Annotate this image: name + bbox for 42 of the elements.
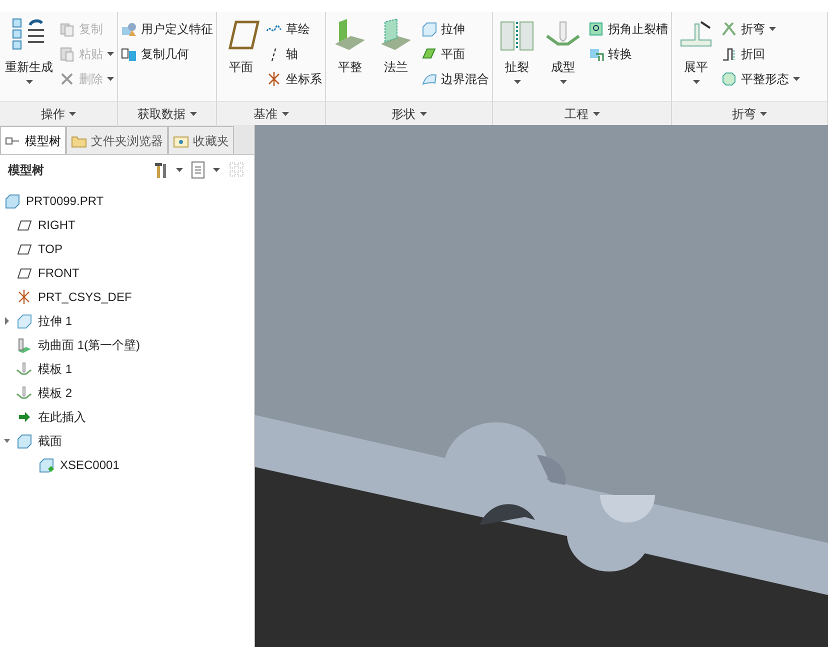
- tree-item[interactable]: FRONT: [0, 261, 254, 285]
- tree-item[interactable]: 模板 2: [0, 381, 254, 405]
- tree-item[interactable]: XSEC0001: [0, 453, 254, 477]
- tree-item[interactable]: 拉伸 1: [0, 309, 254, 333]
- ribbon-button[interactable]: 平面: [421, 45, 489, 63]
- ribbon-large-button[interactable]: 重新生成: [3, 16, 55, 101]
- ribbon-group-label[interactable]: 获取数据: [118, 101, 216, 125]
- tree-item[interactable]: PRT0099.PRT: [0, 189, 254, 213]
- ribbon-group-label[interactable]: 基准: [217, 101, 325, 125]
- tree-item[interactable]: 在此插入: [0, 405, 254, 429]
- ribbon-button[interactable]: 折回: [721, 45, 800, 63]
- ribbon-button[interactable]: 折弯: [721, 20, 800, 38]
- ribbon-large-button[interactable]: 成型: [542, 16, 584, 101]
- tree-item[interactable]: PRT_CSYS_DEF: [0, 285, 254, 309]
- tree-item[interactable]: 动曲面 1(第一个壁): [0, 333, 254, 357]
- tree-item[interactable]: TOP: [0, 237, 254, 261]
- ribbon-group-label[interactable]: 操作: [0, 101, 117, 125]
- panel-tab[interactable]: 模型树: [0, 126, 66, 154]
- ribbon-button[interactable]: 平整形态: [721, 70, 800, 88]
- ribbon-button[interactable]: 边界混合: [421, 70, 489, 88]
- ribbon-button[interactable]: 转换: [588, 45, 668, 63]
- ribbon-large-button[interactable]: 扯裂: [496, 16, 538, 101]
- panel-tab[interactable]: 文件夹浏览器: [66, 126, 168, 154]
- tree-item[interactable]: RIGHT: [0, 213, 254, 237]
- panel-tab[interactable]: 收藏夹: [168, 126, 234, 154]
- ribbon-group-label[interactable]: 形状: [326, 101, 492, 125]
- ribbon-large-button[interactable]: 法兰: [375, 16, 417, 101]
- tree-item[interactable]: 截面: [0, 429, 254, 453]
- tree-item[interactable]: 模板 1: [0, 357, 254, 381]
- ribbon-group-label[interactable]: 折弯: [672, 101, 827, 125]
- ribbon-button[interactable]: 坐标系: [266, 70, 322, 88]
- ribbon-large-button[interactable]: 平面: [220, 16, 262, 101]
- ribbon-group-label[interactable]: 工程: [493, 101, 671, 125]
- ribbon-large-button[interactable]: 平整: [329, 16, 371, 101]
- ribbon-large-button[interactable]: 展平: [675, 16, 717, 101]
- ribbon-button[interactable]: 拉伸: [421, 20, 489, 38]
- ribbon-button[interactable]: 草绘: [266, 20, 322, 38]
- ribbon-button[interactable]: 拐角止裂槽: [588, 20, 668, 38]
- ribbon-button[interactable]: 复制几何: [121, 45, 213, 63]
- panel-title: 模型树: [8, 162, 45, 179]
- ribbon-button[interactable]: 轴: [266, 45, 322, 63]
- ribbon-button[interactable]: 用户定义特征: [121, 20, 213, 38]
